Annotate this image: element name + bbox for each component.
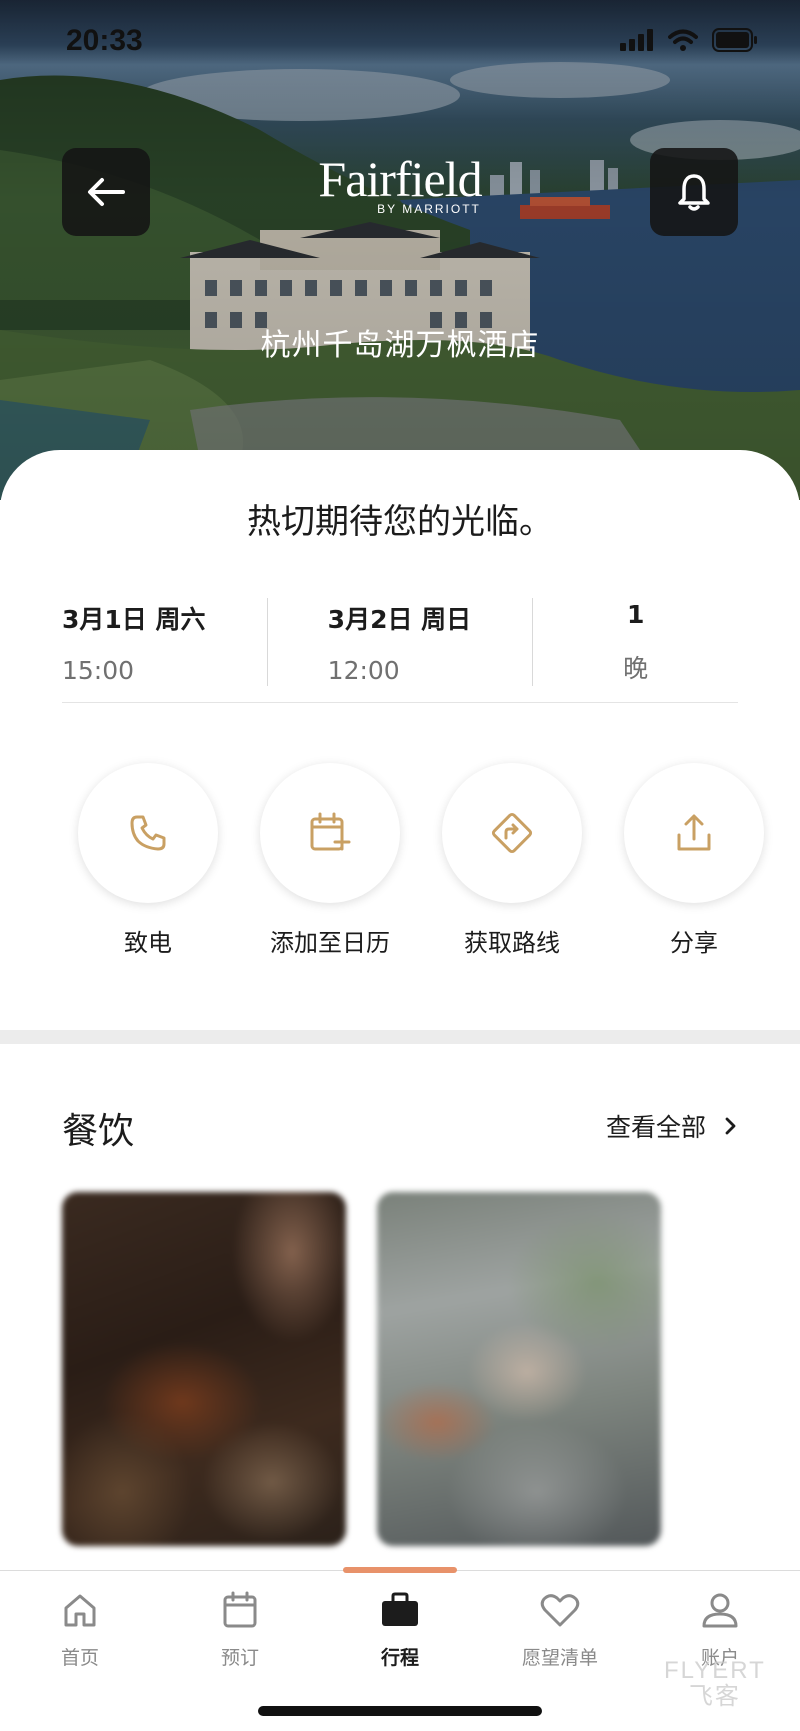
checkout-date: 3月2日 周日 (327, 605, 472, 634)
share-action[interactable]: 分享 (624, 763, 764, 958)
directions-action[interactable]: 获取路线 (442, 763, 582, 958)
status-bar: 20:33 (0, 0, 800, 88)
user-icon (702, 1593, 738, 1628)
welcome-message: 热切期待您的光临。 (247, 502, 553, 542)
dining-card-image[interactable] (62, 1192, 346, 1546)
phone-icon (130, 815, 166, 851)
hotel-hero-image: 20:33 Fairfield BY MARRIOTT 杭州千岛湖万枫酒店 (0, 0, 800, 500)
status-time: 20:33 (66, 24, 143, 57)
nights-count: 1 (626, 600, 645, 629)
section-separator (0, 1030, 800, 1044)
directions-label: 获取路线 (464, 929, 560, 957)
stay-dates: 3月1日 周六 15:00 3月2日 周日 12:00 1 晚 (62, 598, 738, 686)
tab-wishlist[interactable]: 愿望清单 (500, 1587, 620, 1670)
checkin-time: 15:00 (62, 656, 135, 685)
tab-bookings-label: 预订 (220, 1647, 259, 1669)
calendar-icon (223, 1591, 257, 1628)
nights-unit: 晚 (623, 654, 649, 683)
back-button[interactable] (62, 148, 150, 236)
call-action[interactable]: 致电 (78, 763, 218, 958)
notifications-button[interactable] (650, 148, 738, 236)
divider (62, 702, 738, 703)
brand-name: Fairfield (318, 151, 482, 207)
home-icon (64, 1594, 96, 1627)
hotel-name: 杭州千岛湖万枫酒店 (260, 328, 540, 363)
dining-title: 餐饮 (62, 1111, 135, 1152)
wifi-icon (668, 29, 698, 51)
add-to-calendar-action[interactable]: 添加至日历 (260, 763, 400, 958)
bell-icon (678, 174, 710, 211)
share-label: 分享 (670, 929, 718, 957)
watermark: FLYERT 飞客 (664, 1657, 766, 1710)
battery-icon (712, 28, 757, 52)
share-icon (677, 814, 711, 851)
checkin-date: 3月1日 周六 (62, 605, 206, 634)
tab-home-label: 首页 (60, 1647, 99, 1669)
quick-actions: 致电 添加至日历 获取路线 分享 (78, 763, 768, 963)
add-to-calendar-label: 添加至日历 (270, 929, 390, 957)
heart-icon (540, 1594, 580, 1627)
directions-icon (491, 812, 533, 854)
dining-card-image[interactable] (377, 1192, 661, 1546)
chevron-right-icon (725, 1117, 736, 1135)
briefcase-icon (382, 1592, 418, 1626)
nights: 1 晚 (532, 598, 738, 686)
tab-home[interactable]: 首页 (20, 1587, 140, 1670)
trip-detail-page: 20:33 Fairfield BY MARRIOTT 杭州千岛湖万枫酒店 热切… (0, 0, 800, 1731)
calendar-add-icon (310, 812, 351, 851)
arrow-left-icon (88, 178, 125, 206)
call-label: 致电 (124, 929, 172, 957)
checkout-time: 12:00 (327, 656, 400, 685)
home-indicator (258, 1706, 542, 1716)
view-all-label: 查看全部 (605, 1113, 706, 1142)
checkin: 3月1日 周六 15:00 (62, 598, 267, 686)
tab-bookings[interactable]: 预订 (180, 1587, 300, 1670)
checkout: 3月2日 周日 12:00 (266, 598, 533, 686)
tab-trips[interactable]: 行程 (340, 1587, 460, 1670)
tab-trips-label: 行程 (380, 1647, 419, 1669)
tab-wishlist-label: 愿望清单 (521, 1647, 598, 1669)
brand-logo: Fairfield BY MARRIOTT (300, 154, 500, 216)
view-all-dining-link[interactable]: 查看全部 (606, 1108, 738, 1144)
cellular-signal-icon (620, 29, 653, 51)
active-tab-indicator (343, 1567, 457, 1573)
stay-summary-card: 热切期待您的光临。 3月1日 周六 15:00 3月2日 周日 12:00 1 … (0, 450, 800, 1030)
